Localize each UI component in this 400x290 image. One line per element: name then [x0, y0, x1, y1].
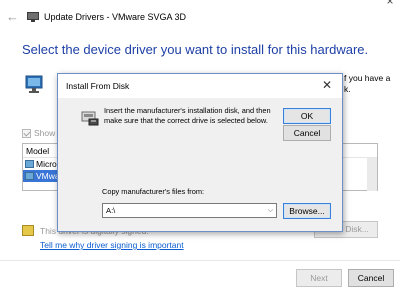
checkbox-check-icon	[22, 128, 31, 138]
model-list-scrollbar[interactable]	[367, 158, 377, 191]
browse-button[interactable]: Browse...	[283, 203, 331, 219]
description-text-right-2: k.	[344, 84, 351, 94]
model-item-label: Micro	[36, 159, 57, 169]
dialog-titlebar[interactable]: Install From Disk ✕	[58, 74, 342, 98]
wizard-title: Update Drivers - VMware SVGA 3D	[44, 12, 187, 22]
footer-divider	[0, 260, 400, 261]
ok-button[interactable]: OK	[283, 108, 331, 124]
driver-icon	[25, 160, 34, 168]
install-from-disk-dialog: Install From Disk ✕ Insert the manufactu…	[57, 73, 343, 232]
dialog-message: Insert the manufacturer's installation d…	[104, 106, 271, 125]
description-text-right: f you have a	[344, 73, 391, 83]
wizard-cancel-button[interactable]: Cancel	[348, 269, 394, 287]
driver-icon	[25, 172, 34, 180]
display-adapter-icon	[27, 12, 39, 22]
hardware-monitor-icon	[25, 75, 43, 93]
source-path-value: A:\	[106, 206, 116, 215]
chevron-down-icon[interactable]: ⌵	[268, 204, 273, 217]
back-arrow-icon[interactable]: ←	[6, 10, 22, 26]
disk-drive-icon	[81, 111, 99, 126]
driver-signing-icon	[22, 225, 34, 236]
copy-files-label: Copy manufacturer's files from:	[102, 187, 205, 196]
dialog-close-icon[interactable]: ✕	[320, 78, 334, 92]
dialog-cancel-button[interactable]: Cancel	[283, 125, 331, 141]
page-heading: Select the device driver you want to ins…	[22, 42, 369, 57]
window-close-icon[interactable]: ×	[380, 0, 400, 8]
dialog-title: Install From Disk	[66, 81, 130, 91]
driver-signing-link[interactable]: Tell me why driver signing is important	[40, 240, 184, 250]
source-path-combobox[interactable]: A:\ ⌵	[102, 203, 277, 218]
next-button[interactable]: Next	[296, 269, 342, 287]
